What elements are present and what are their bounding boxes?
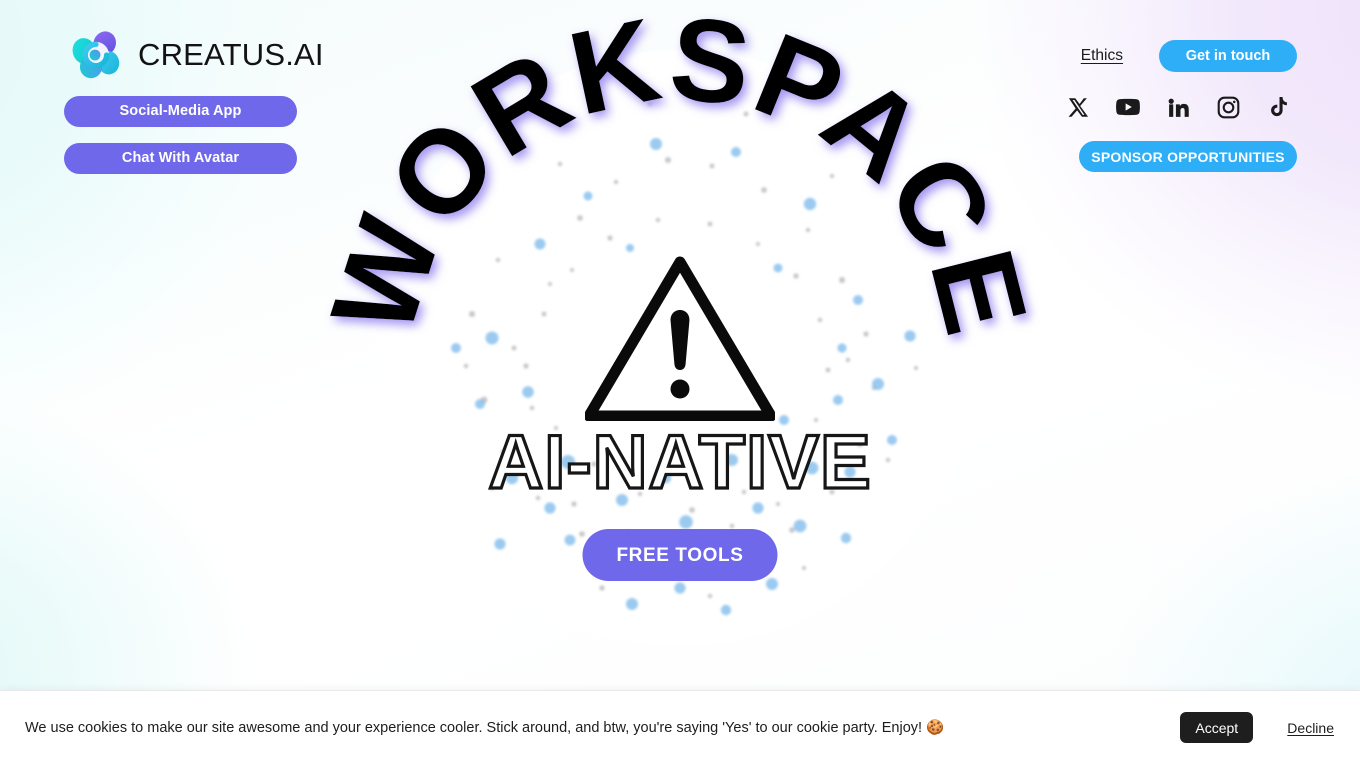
free-tools-button[interactable]: FREE TOOLS	[582, 529, 778, 581]
nav-primary-row: Ethics Get in touch	[1081, 40, 1297, 72]
brand-wordmark: CREATUS.AI	[138, 37, 324, 72]
accept-button[interactable]: Accept	[1180, 712, 1254, 743]
instagram-icon[interactable]	[1215, 94, 1241, 120]
site-header: CREATUS.AI Social-Media App Chat With Av…	[0, 0, 1360, 190]
tiktok-icon[interactable]	[1265, 94, 1291, 120]
hero-outline-word: AI-NATIVE	[410, 424, 950, 504]
social-media-app-button[interactable]: Social-Media App	[64, 96, 297, 127]
cookie-message: We use cookies to make our site awesome …	[25, 720, 945, 736]
header-nav: Ethics Get in touch SPONSOR OPPORTUNITIE…	[1065, 40, 1297, 172]
cookie-consent-banner: We use cookies to make our site awesome …	[0, 690, 1360, 764]
brand-logo[interactable]: CREATUS.AI	[64, 24, 324, 86]
decline-link[interactable]: Decline	[1287, 720, 1334, 736]
sponsor-opportunities-button[interactable]: SPONSOR OPPORTUNITIES	[1079, 141, 1297, 172]
ethics-link[interactable]: Ethics	[1081, 47, 1123, 65]
chat-with-avatar-button[interactable]: Chat With Avatar	[64, 143, 297, 174]
warning-triangle-icon	[585, 256, 775, 421]
x-twitter-icon[interactable]	[1065, 94, 1091, 120]
social-links	[1065, 94, 1291, 120]
youtube-icon[interactable]	[1115, 94, 1141, 120]
linkedin-icon[interactable]	[1165, 94, 1191, 120]
left-action-buttons: Social-Media App Chat With Avatar	[64, 96, 297, 174]
creatus-petal-logo-icon	[72, 31, 120, 79]
get-in-touch-button[interactable]: Get in touch	[1159, 40, 1297, 72]
outline-word-text: AI-NATIVE	[488, 424, 871, 504]
cookie-actions: Accept Decline	[1180, 712, 1334, 743]
